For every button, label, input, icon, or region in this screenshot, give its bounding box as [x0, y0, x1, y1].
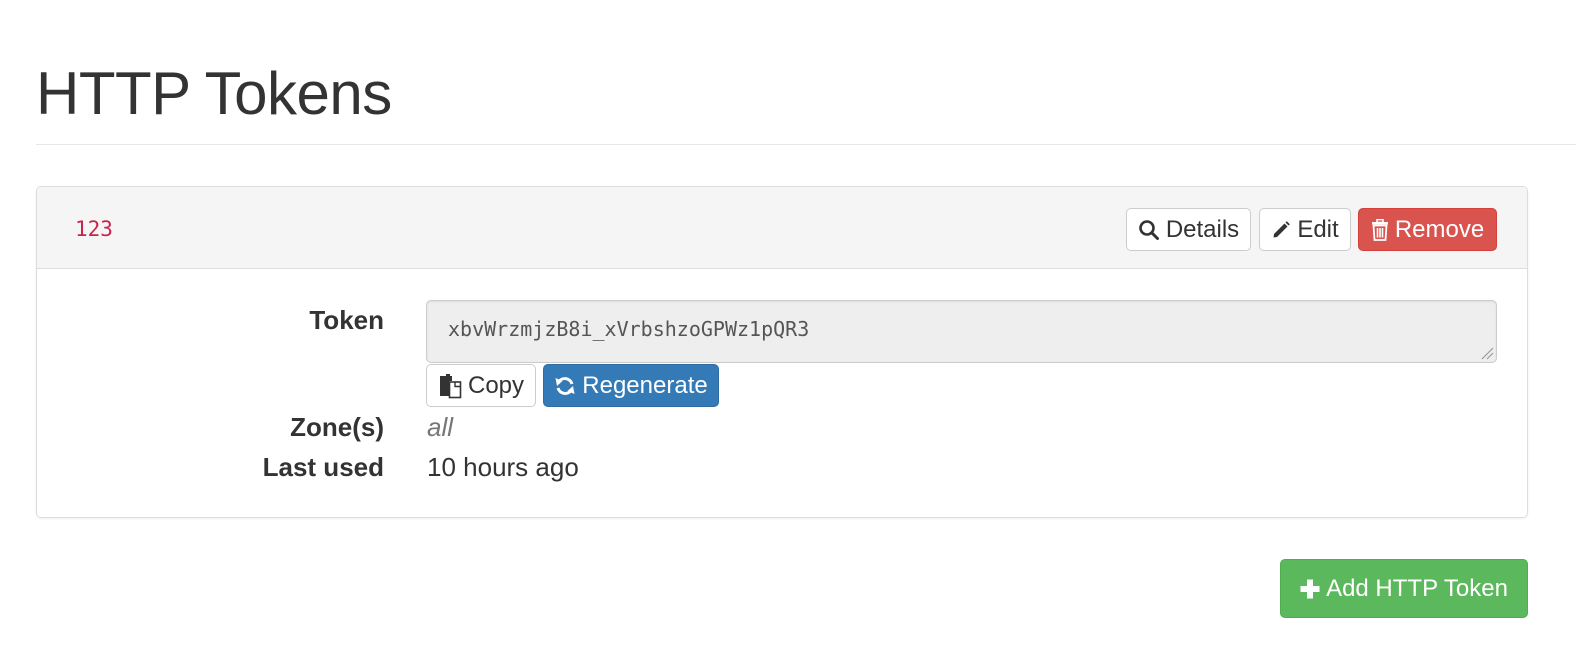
token-name: 123	[75, 217, 113, 241]
copy-button-label: Copy	[467, 371, 525, 399]
refresh-icon	[554, 375, 576, 397]
details-button[interactable]: Details	[1126, 208, 1251, 251]
token-textarea[interactable]: xbvWrzmjzB8i_xVrbshzoGPWz1pQR3	[426, 300, 1497, 363]
page-title: HTTP Tokens	[36, 60, 392, 127]
plus-icon	[1300, 579, 1320, 599]
last-used-label: Last used	[262, 452, 384, 482]
token-panel-heading: 123 Details Edit Remove	[37, 187, 1527, 269]
edit-button[interactable]: Edit	[1259, 208, 1351, 251]
token-value: xbvWrzmjzB8i_xVrbshzoGPWz1pQR3	[448, 317, 810, 341]
trash-icon	[1371, 218, 1389, 241]
resize-grip-icon[interactable]	[1480, 346, 1494, 360]
add-http-token-label: Add HTTP Token	[1326, 574, 1508, 602]
http-tokens-page: HTTP Tokens 123 Details Edit Remove Toke…	[0, 0, 1576, 664]
remove-button[interactable]: Remove	[1358, 208, 1497, 251]
title-divider	[36, 144, 1576, 145]
last-used-value: 10 hours ago	[427, 452, 579, 482]
pencil-icon	[1271, 220, 1291, 240]
remove-button-label: Remove	[1394, 215, 1485, 243]
copy-button[interactable]: Copy	[426, 364, 536, 407]
token-label: Token	[309, 305, 384, 335]
zones-value: all	[427, 412, 454, 442]
details-button-label: Details	[1165, 215, 1240, 243]
copy-icon	[438, 373, 462, 399]
token-panel: 123 Details Edit Remove Token xbvWrzmjzB…	[36, 186, 1528, 518]
edit-button-label: Edit	[1297, 215, 1339, 243]
add-http-token-button[interactable]: Add HTTP Token	[1280, 559, 1528, 618]
search-icon	[1138, 219, 1160, 241]
regenerate-button[interactable]: Regenerate	[543, 364, 719, 407]
zones-label: Zone(s)	[290, 412, 384, 442]
regenerate-button-label: Regenerate	[582, 371, 708, 399]
